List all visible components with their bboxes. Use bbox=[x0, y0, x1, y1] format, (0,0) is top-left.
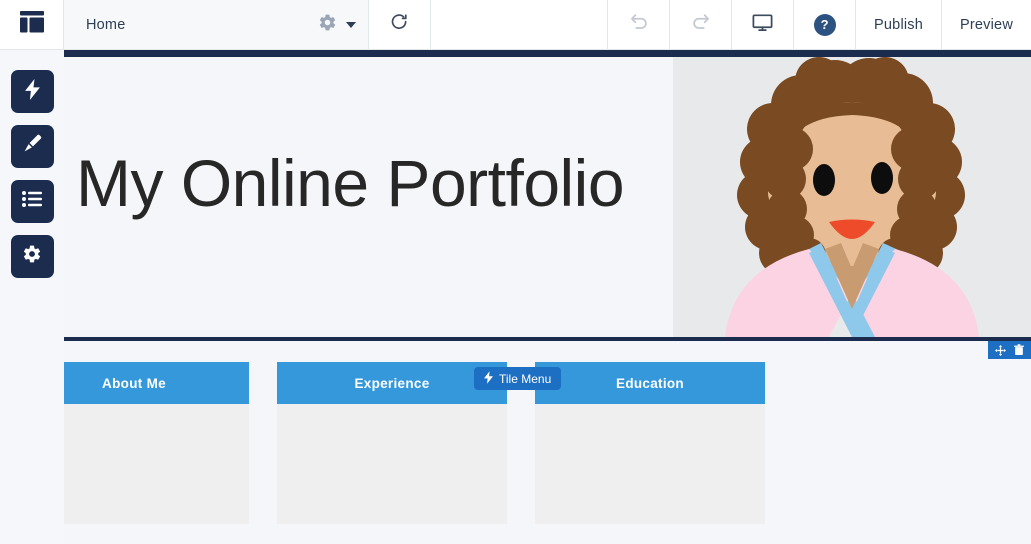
top-toolbar: Home ? Publish Preview bbox=[0, 0, 1031, 50]
move-arrows-icon[interactable] bbox=[995, 344, 1006, 356]
refresh-icon bbox=[389, 12, 410, 38]
sidebar-item-design[interactable] bbox=[10, 125, 54, 168]
help-question-icon: ? bbox=[813, 13, 836, 36]
section-toolbar bbox=[988, 341, 1031, 359]
trash-icon[interactable] bbox=[1014, 344, 1024, 356]
tile-header-button[interactable]: Experience bbox=[277, 362, 507, 404]
sidebar-item-elements[interactable] bbox=[10, 70, 54, 113]
sidebar-item-pages[interactable] bbox=[10, 180, 54, 223]
undo-button[interactable] bbox=[607, 0, 669, 49]
tile-content-placeholder[interactable] bbox=[535, 404, 765, 524]
tile-menu-badge[interactable]: Tile Menu bbox=[474, 367, 562, 390]
canvas-top-strip bbox=[64, 50, 1031, 57]
gear-icon bbox=[22, 244, 42, 269]
help-glyph: ? bbox=[820, 17, 829, 32]
refresh-button[interactable] bbox=[369, 0, 431, 49]
preview-label: Preview bbox=[960, 16, 1013, 33]
page-selector-bar[interactable]: Home bbox=[64, 0, 369, 49]
hero-section[interactable]: My Online Portfolio bbox=[0, 57, 1031, 337]
tile-menu-label: Tile Menu bbox=[499, 371, 552, 386]
publish-label: Publish bbox=[874, 16, 924, 33]
editor-canvas: My Online Portfolio Tile Menu About Me E… bbox=[0, 50, 1031, 544]
tile-header-button[interactable]: Education bbox=[535, 362, 765, 404]
tile-card[interactable]: Experience bbox=[277, 362, 507, 524]
tile-label: Experience bbox=[354, 375, 430, 391]
desktop-monitor-icon bbox=[751, 11, 774, 39]
redo-button[interactable] bbox=[669, 0, 731, 49]
woman-avatar-illustration bbox=[673, 57, 1031, 337]
tile-label: Education bbox=[616, 375, 684, 391]
section-bottom-spacer bbox=[3, 528, 1031, 544]
publish-button[interactable]: Publish bbox=[855, 0, 941, 49]
layout-template-icon bbox=[19, 10, 45, 39]
tile-card[interactable]: Education bbox=[535, 362, 765, 524]
tile-label: About Me bbox=[102, 375, 166, 391]
lightning-bolt-icon bbox=[484, 370, 493, 387]
page-dropdown-chevron-down-icon[interactable] bbox=[346, 21, 356, 28]
left-sidebar bbox=[0, 50, 64, 544]
hero-image[interactable] bbox=[673, 57, 1031, 337]
lightning-bolt-icon bbox=[24, 78, 40, 105]
tile-content-placeholder[interactable] bbox=[277, 404, 507, 524]
paintbrush-icon bbox=[22, 134, 42, 159]
sidebar-item-settings[interactable] bbox=[10, 235, 54, 278]
current-page-name: Home bbox=[86, 16, 126, 33]
hero-title[interactable]: My Online Portfolio bbox=[76, 150, 625, 216]
redo-icon bbox=[690, 11, 712, 38]
app-logo-button[interactable] bbox=[0, 0, 64, 49]
site-builder-app: Home ? Publish Preview My Online Portfol… bbox=[0, 0, 1031, 544]
preview-button[interactable]: Preview bbox=[941, 0, 1031, 49]
help-button[interactable]: ? bbox=[793, 0, 855, 49]
device-preview-button[interactable] bbox=[731, 0, 793, 49]
page-settings-gear-icon[interactable] bbox=[318, 13, 337, 37]
undo-icon bbox=[628, 11, 650, 38]
list-icon bbox=[22, 190, 42, 213]
